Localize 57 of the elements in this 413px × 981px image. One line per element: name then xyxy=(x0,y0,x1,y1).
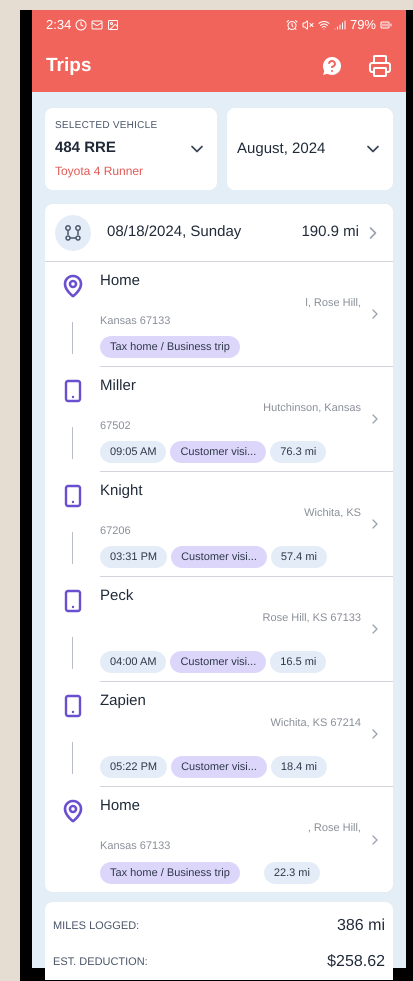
stop-address: , Rose Hill, xyxy=(306,820,362,836)
time-tag: 03:31 PM xyxy=(100,546,168,568)
status-time: 2:34 xyxy=(46,16,72,34)
time-tag: 05:22 PM xyxy=(100,756,168,778)
stop-row[interactable]: Peck Rose Hill, KS 67133 04:00 AM Customer visi... 16.5 mi xyxy=(100,577,393,682)
location-pin-icon xyxy=(60,799,84,823)
summary-value: $258.62 xyxy=(327,952,385,972)
stop-name: Miller xyxy=(100,376,137,396)
help-button[interactable] xyxy=(320,54,344,78)
vehicle-selector[interactable]: SELECTED VEHICLE 484 RRE Toyota 4 Runner xyxy=(45,108,217,190)
mute-icon xyxy=(302,19,314,31)
category-tag: Tax home / Business trip xyxy=(100,862,240,884)
stop-address: Wichita, KS xyxy=(303,506,362,520)
stop-address: 67206 xyxy=(100,524,132,539)
category-tag: Tax home / Business trip xyxy=(100,336,240,358)
stop-row[interactable]: Zapien Wichita, KS 67214 05:22 PM Customer visi... 18.4 mi xyxy=(100,682,393,787)
distance-tag: 76.3 mi xyxy=(270,440,326,463)
month-selector[interactable]: August, 2024 xyxy=(227,108,393,190)
stop-address: Wichita, KS 67214 xyxy=(270,716,362,730)
mail-icon xyxy=(91,19,104,31)
stop-name: Knight xyxy=(100,481,144,501)
stop-name: Peck xyxy=(100,586,134,606)
location-pin-icon xyxy=(60,274,84,298)
distance-tag: 18.4 mi xyxy=(270,756,327,778)
time-tag: 09:05 AM xyxy=(100,440,166,463)
summary-label: MILES LOGGED: xyxy=(53,918,140,934)
print-button[interactable] xyxy=(368,54,392,78)
stop-address: Kansas 67133 xyxy=(100,314,172,329)
stop-row[interactable]: Home , Rose Hill, Kansas 67133 Tax home / Business trip 22.3 mi xyxy=(100,787,393,892)
stop-address: l, Rose Hill, xyxy=(304,296,362,310)
stop-address: 67502 xyxy=(100,419,132,434)
category-tag: Customer visi... xyxy=(170,440,266,463)
distance-tag: 57.4 mi xyxy=(270,546,327,568)
time-tag: 04:00 AM xyxy=(100,650,166,673)
alarm-icon xyxy=(286,19,298,31)
stop-name: Home xyxy=(100,796,142,816)
app-title: Trips xyxy=(46,54,92,78)
stop-address: Rose Hill, KS 67133 xyxy=(262,610,362,626)
distance-tag: 22.3 mi xyxy=(264,862,320,884)
stop-address: Kansas 67133 xyxy=(100,839,172,854)
stop-name: Zapien xyxy=(100,691,147,711)
battery-percent: 79% xyxy=(350,16,376,34)
summary-label: EST. DEDUCTION: xyxy=(53,954,148,970)
stop-row[interactable]: Home l, Rose Hill, Kansas 67133 Tax home / Business trip xyxy=(100,262,393,367)
stop-name: Home xyxy=(100,271,142,291)
stop-address: Hutchinson, Kansas xyxy=(262,400,362,416)
stop-row[interactable]: Miller Hutchinson, Kansas 67502 09:05 AM Customer visi... 76.3 mi xyxy=(100,367,393,472)
category-tag: Customer visi... xyxy=(170,650,266,673)
stop-row[interactable]: Knight Wichita, KS 67206 03:31 PM Customer visi... 57.4 mi xyxy=(100,472,393,577)
category-tag: Customer visi... xyxy=(171,546,267,568)
image-icon xyxy=(107,19,120,31)
route-icon xyxy=(55,214,91,250)
battery-icon xyxy=(380,19,392,31)
category-tag: Customer visi... xyxy=(171,756,267,778)
summary-value: 386 mi xyxy=(336,916,385,936)
distance-tag: 16.5 mi xyxy=(270,650,326,673)
trip-header[interactable]: 08/18/2024, Sunday 190.9 mi xyxy=(45,204,393,262)
